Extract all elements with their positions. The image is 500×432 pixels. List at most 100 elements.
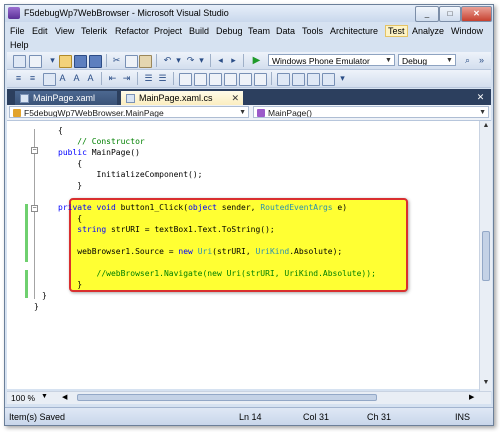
visual-studio-window: F5debugWp7WebBrowser - Microsoft Visual … [4,4,494,426]
scroll-right-icon[interactable]: ▶ [469,393,474,401]
start-page-icon[interactable] [322,73,335,86]
zoom-level[interactable]: 100 % [11,393,35,403]
code-text: { // Constructor public MainPage() { Ini… [34,121,376,311]
new-project-icon[interactable] [13,55,26,68]
menu-view[interactable]: View [52,25,77,37]
start-debugging-icon[interactable]: ▶ [251,55,262,66]
menu-project[interactable]: Project [151,25,185,37]
toolbar-separator [210,54,211,67]
tab-mainpage-xaml[interactable]: MainPage.xaml [15,91,117,105]
menu-team[interactable]: Team [245,25,273,37]
horizontal-scrollbar-thumb[interactable] [77,394,377,401]
minimize-button[interactable]: _ [415,6,439,22]
uncomment-icon[interactable]: ☰ [157,73,168,84]
menu-architecture[interactable]: Architecture [327,25,381,37]
save-all-icon[interactable] [89,55,102,68]
chevron-down-icon: ▼ [239,109,246,116]
previous-bookmark-in-folder-icon[interactable] [224,73,237,86]
code-line: } [58,181,83,190]
type-dropdown[interactable]: F5debugWp7WebBrowser.MainPage ▼ [9,106,249,118]
close-button[interactable]: ✕ [461,6,492,22]
add-item-icon[interactable] [29,55,42,68]
dropdown-arrow-icon[interactable]: ▾ [47,55,58,66]
maximize-button[interactable]: □ [439,6,461,22]
collapse-region-icon[interactable]: − [31,147,38,154]
chevron-down-icon: ▼ [446,57,453,64]
navigation-bar: F5debugWp7WebBrowser.MainPage ▼ MainPage(… [7,105,491,121]
toolbar-separator [101,72,102,85]
menu-data[interactable]: Data [273,25,298,37]
undo-icon[interactable]: ↶ [162,55,173,66]
menu-analyze[interactable]: Analyze [409,25,447,37]
configuration-select[interactable]: Debug ▼ [398,54,456,66]
deployment-target-select[interactable]: Windows Phone Emulator ▼ [268,54,395,66]
code-editor[interactable]: − − { // Constructor public MainPage() {… [7,121,491,389]
menu-build[interactable]: Build [186,25,212,37]
menu-test[interactable]: Test [385,25,408,37]
member-dropdown[interactable]: MainPage() ▼ [253,106,489,118]
menu-telerik[interactable]: Telerik [78,25,110,37]
properties-icon[interactable] [277,73,290,86]
code-line: } [58,280,83,289]
scroll-up-icon[interactable]: ▲ [480,122,492,132]
next-bookmark-icon[interactable] [209,73,222,86]
increase-indent-icon[interactable]: ⇥ [121,73,132,84]
next-bookmark-in-folder-icon[interactable] [239,73,252,86]
tab-mainpage-xaml-cs[interactable]: MainPage.xaml.cs ✕ [121,91,243,105]
word-completion-icon[interactable]: A [85,73,96,84]
toolbox-icon[interactable] [307,73,320,86]
dropdown-arrow-icon[interactable]: ▾ [173,55,184,66]
close-document-icon[interactable]: ✕ [475,92,486,103]
toolbar-separator [106,54,107,67]
menu-edit[interactable]: Edit [29,25,51,37]
parameter-info-icon[interactable]: A [57,73,68,84]
vertical-scrollbar[interactable]: ▲ ▼ [479,121,492,391]
object-browser-icon[interactable] [292,73,305,86]
menu-tools[interactable]: Tools [299,25,326,37]
quick-info-icon[interactable]: A [71,73,82,84]
code-line-comment: //webBrowser1.Navigate(new Uri(strURI, U… [58,269,376,278]
paste-icon[interactable] [139,55,152,68]
toolbar-separator [173,72,174,85]
decrease-indent-icon[interactable]: ⇤ [107,73,118,84]
previous-bookmark-icon[interactable] [194,73,207,86]
outline-line [34,129,35,299]
redo-icon[interactable]: ↷ [185,55,196,66]
code-line: webBrowser1.Source = new Uri(strURI, Uri… [58,247,343,256]
scrollbar-thumb[interactable] [482,231,490,281]
toolbar-options-icon[interactable]: » [476,55,487,66]
status-character: Ch 31 [367,412,392,422]
member-list-icon[interactable] [43,73,56,86]
menu-window[interactable]: Window [448,25,486,37]
clear-bookmarks-icon[interactable] [254,73,267,86]
outdent-icon[interactable]: ≡ [27,73,38,84]
scroll-down-icon[interactable]: ▼ [480,379,492,389]
menu-help[interactable]: Help [7,39,32,51]
chevron-down-icon: ▼ [385,57,392,64]
find-icon[interactable]: ⌕ [462,55,473,66]
code-line-comment: // Constructor [58,137,145,146]
close-tab-icon[interactable]: ✕ [231,91,239,105]
menu-refactor[interactable]: Refactor [112,25,152,37]
scroll-left-icon[interactable]: ◀ [62,393,67,401]
cut-icon[interactable]: ✂ [111,55,122,66]
collapse-region-icon[interactable]: − [31,205,38,212]
navigate-forward-icon[interactable]: ▸ [228,55,239,66]
open-file-icon[interactable] [59,55,72,68]
code-line: InitializeComponent(); [58,170,203,179]
code-line: } [42,291,47,300]
navigate-back-icon[interactable]: ◂ [215,55,226,66]
indent-icon[interactable]: ≡ [13,73,24,84]
comment-icon[interactable]: ☰ [143,73,154,84]
toolbar-options-icon[interactable]: ▾ [337,73,348,84]
save-icon[interactable] [74,55,87,68]
window-title: F5debugWp7WebBrowser - Microsoft Visual … [24,8,229,18]
toggle-bookmark-icon[interactable] [179,73,192,86]
menu-debug[interactable]: Debug [213,25,246,37]
menu-file[interactable]: File [7,25,28,37]
zoom-dropdown-icon[interactable]: ▼ [41,393,48,400]
toolbar-separator [156,54,157,67]
dropdown-arrow-icon[interactable]: ▾ [196,55,207,66]
horizontal-scrollbar[interactable]: 100 % ▼ ◀ ▶ [7,391,491,404]
copy-icon[interactable] [125,55,138,68]
